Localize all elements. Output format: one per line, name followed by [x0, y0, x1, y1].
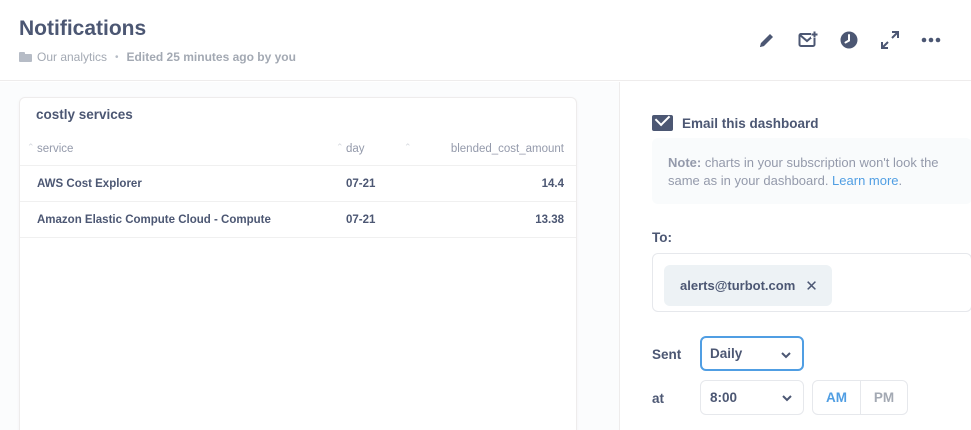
- pm-option[interactable]: PM: [860, 381, 907, 414]
- more-button[interactable]: [910, 28, 951, 52]
- sort-icon: ⌃: [27, 142, 35, 152]
- sort-icon: ⌃: [404, 142, 412, 152]
- card-title[interactable]: costly services: [36, 107, 133, 122]
- email-plus-icon: [798, 31, 818, 47]
- column-header-blended-cost-amount[interactable]: blended_cost_amount: [414, 133, 564, 165]
- recipients-input[interactable]: alerts@turbot.com ✕: [652, 253, 971, 312]
- column-header-service[interactable]: service: [37, 133, 337, 165]
- envelope-icon: [652, 115, 673, 131]
- at-label: at: [652, 391, 665, 406]
- collection-link[interactable]: Our analytics: [37, 50, 107, 64]
- cell-day: 07-21: [346, 177, 376, 190]
- header-toolbar: [746, 28, 951, 52]
- chevron-down-icon: [781, 352, 791, 359]
- recipient-chip: alerts@turbot.com ✕: [664, 265, 832, 306]
- hour-select[interactable]: 8:00: [700, 380, 804, 415]
- remove-recipient-icon[interactable]: ✕: [805, 277, 818, 295]
- subscriptions-button[interactable]: [787, 28, 828, 52]
- cell-blended-cost-amount: 14.4: [541, 177, 564, 190]
- to-label: To:: [652, 230, 672, 245]
- subscription-sidebar: Email this dashboard Note: charts in you…: [619, 82, 971, 430]
- note-end: .: [898, 173, 903, 188]
- table-row: Amazon Elastic Compute Cloud - Compute 0…: [20, 202, 576, 238]
- cell-blended-cost-amount: 13.38: [535, 213, 564, 226]
- meta-separator: •: [115, 51, 119, 63]
- clock-icon: [840, 31, 857, 49]
- table-row: AWS Cost Explorer 07-21 14.4: [20, 166, 576, 202]
- dashboard-meta: Our analytics • Edited 25 minutes ago by…: [19, 50, 296, 64]
- note-label: Note:: [668, 155, 702, 170]
- more-icon: [921, 37, 940, 43]
- dashboard-header: Notifications Our analytics • Edited 25 …: [0, 0, 971, 81]
- edit-button[interactable]: [746, 28, 787, 52]
- cell-service: Amazon Elastic Compute Cloud - Compute: [37, 213, 271, 226]
- history-button[interactable]: [828, 28, 869, 52]
- am-pm-toggle: AM PM: [812, 380, 908, 415]
- sent-label: Sent: [652, 347, 682, 362]
- subscription-note: Note: charts in your subscription won't …: [652, 138, 971, 204]
- email-heading-label: Email this dashboard: [682, 115, 819, 131]
- column-header-day[interactable]: day: [346, 133, 406, 165]
- fullscreen-button[interactable]: [869, 28, 910, 52]
- frequency-value: Daily: [710, 346, 743, 361]
- sort-icon: ⌃: [336, 142, 344, 152]
- cell-service: AWS Cost Explorer: [37, 177, 142, 190]
- recipient-email: alerts@turbot.com: [680, 278, 796, 293]
- chevron-down-icon: [782, 395, 792, 402]
- hour-value: 8:00: [710, 390, 738, 405]
- table-header-row: ⌃ service ⌃ day ⌃ blended_cost_amount: [20, 133, 576, 166]
- folder-icon: [19, 52, 32, 62]
- last-edited[interactable]: Edited 25 minutes ago by you: [127, 50, 296, 64]
- frequency-select[interactable]: Daily: [700, 336, 804, 371]
- page-title: Notifications: [19, 17, 147, 40]
- dashcard-costly-services[interactable]: costly services ⌃ service ⌃ day ⌃ blende…: [19, 97, 577, 430]
- results-table: ⌃ service ⌃ day ⌃ blended_cost_amount AW…: [20, 133, 576, 238]
- cell-day: 07-21: [346, 213, 376, 226]
- learn-more-link[interactable]: Learn more: [832, 173, 898, 188]
- pencil-icon: [759, 34, 773, 47]
- am-option[interactable]: AM: [813, 381, 860, 414]
- fullscreen-icon: [880, 31, 899, 49]
- email-section-heading: Email this dashboard: [652, 115, 819, 131]
